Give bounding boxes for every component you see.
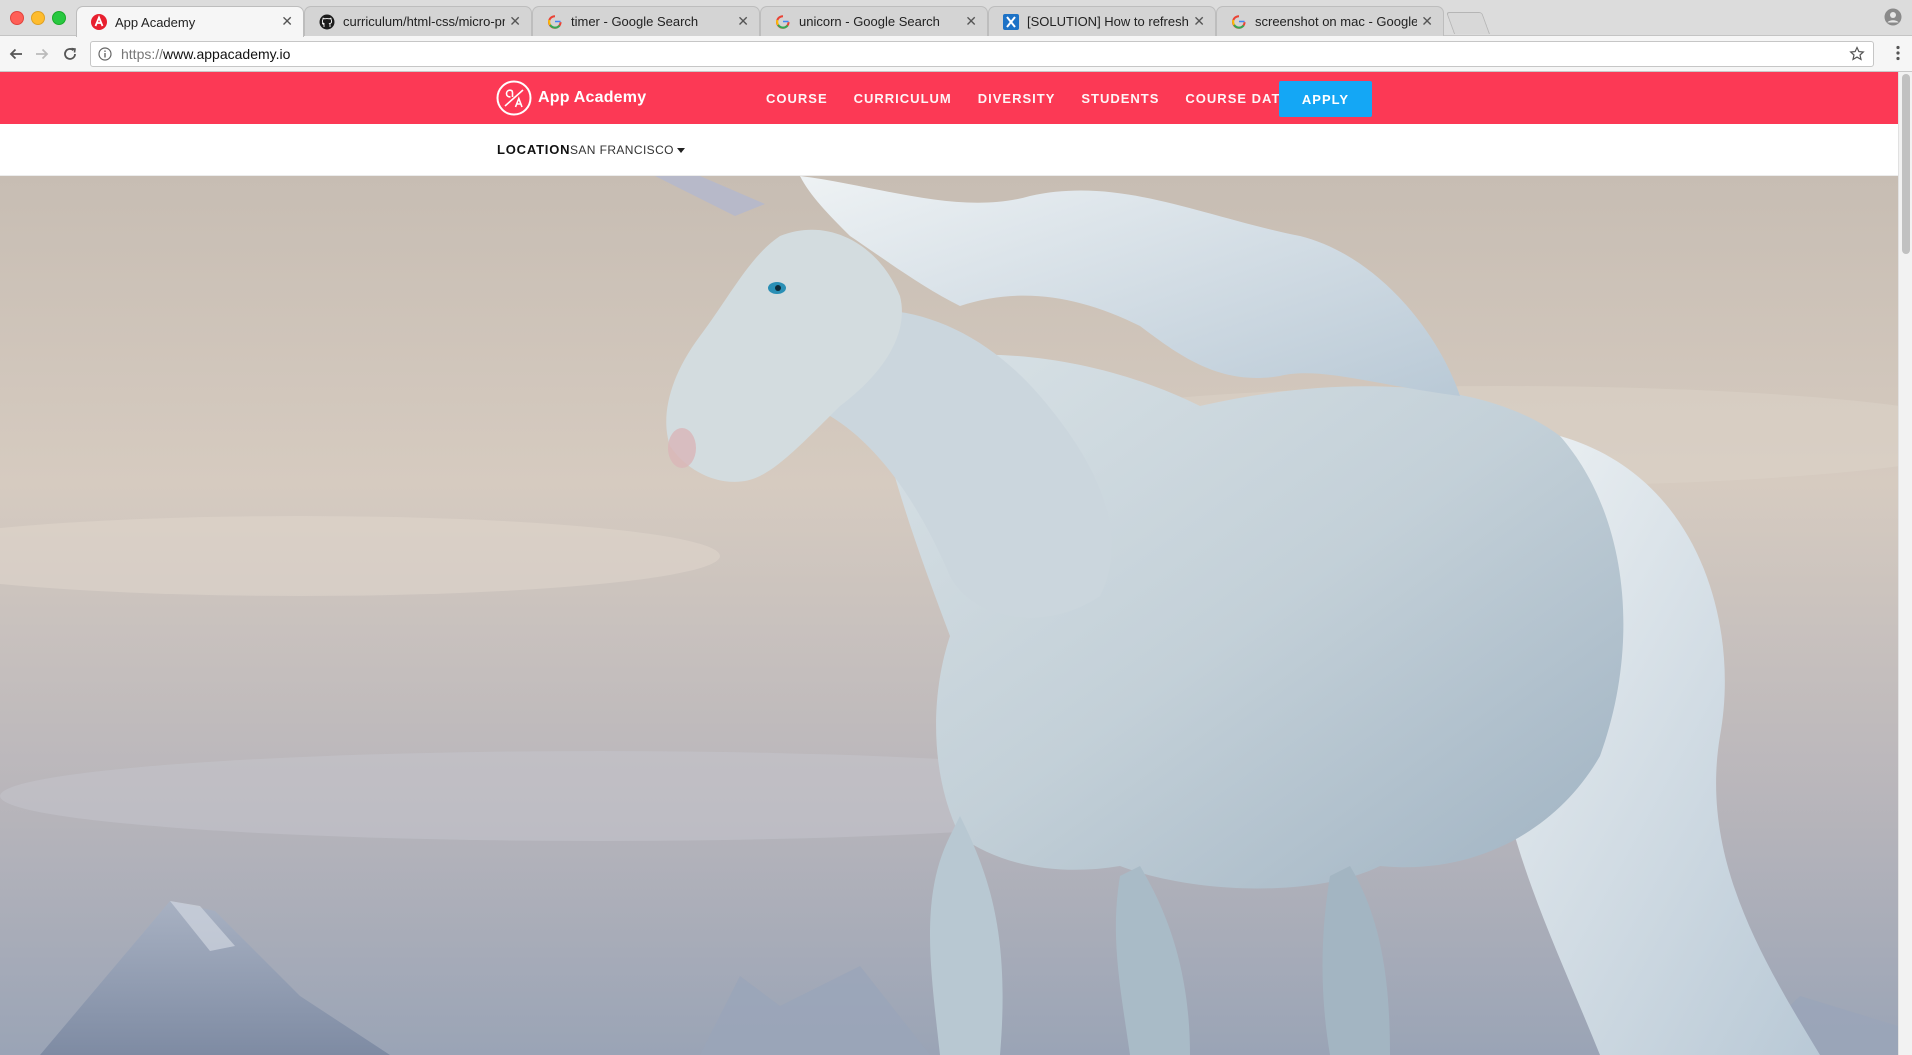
reload-icon[interactable] [60, 44, 80, 64]
tab-google-unicorn[interactable]: unicorn - Google Search ✕ [760, 6, 988, 36]
nav-diversity[interactable]: DIVERSITY [978, 91, 1056, 106]
apply-button[interactable]: APPLY [1279, 81, 1372, 117]
nav-students[interactable]: STUDENTS [1081, 91, 1159, 106]
address-bar[interactable]: https:// www.appacademy.io [90, 41, 1874, 67]
nav-course[interactable]: COURSE [766, 91, 828, 106]
tab-app-academy[interactable]: App Academy ✕ [76, 6, 304, 37]
maximize-window-button[interactable] [52, 11, 66, 25]
new-tab-button[interactable] [1445, 12, 1491, 34]
tab-google-screenshot[interactable]: screenshot on mac - Google S ✕ [1216, 6, 1444, 36]
hero-image [0, 176, 1898, 1055]
location-bar: LOCATION SAN FRANCISCO [0, 124, 1898, 176]
main-nav: COURSE CURRICULUM DIVERSITY STUDENTS COU… [766, 72, 1326, 124]
page-viewport: App Academy COURSE CURRICULUM DIVERSITY … [0, 72, 1898, 1055]
close-tab-icon[interactable]: ✕ [509, 14, 521, 28]
tab-title: [SOLUTION] How to refresh a [1027, 14, 1189, 29]
profile-icon[interactable] [1884, 8, 1902, 26]
caret-down-icon [676, 147, 685, 153]
site-header: App Academy COURSE CURRICULUM DIVERSITY … [0, 72, 1898, 124]
tab-title: App Academy [115, 14, 196, 30]
close-tab-icon[interactable]: ✕ [1421, 14, 1433, 28]
scrollbar-thumb[interactable] [1902, 74, 1910, 254]
brand-name: App Academy [538, 89, 647, 106]
close-tab-icon[interactable]: ✕ [965, 14, 977, 28]
back-arrow-icon[interactable] [6, 44, 26, 64]
unicorn-illustration [0, 176, 1898, 1055]
google-icon [775, 14, 791, 30]
url-host: www.appacademy.io [163, 46, 291, 62]
close-tab-icon[interactable]: ✕ [281, 14, 293, 28]
google-icon [1231, 14, 1247, 30]
tab-github-curriculum[interactable]: curriculum/html-css/micro-pro ✕ [304, 6, 532, 36]
tab-title: unicorn - Google Search [799, 14, 940, 29]
minimize-window-button[interactable] [31, 11, 45, 25]
location-label: LOCATION [497, 142, 571, 157]
tab-title: screenshot on mac - Google S [1255, 14, 1417, 29]
app-academy-icon [91, 14, 107, 30]
bookmark-star-icon[interactable] [1849, 46, 1865, 65]
app-academy-logo-icon [496, 80, 532, 116]
github-icon [319, 14, 335, 30]
close-tab-icon[interactable]: ✕ [1193, 14, 1205, 28]
nav-curriculum[interactable]: CURRICULUM [854, 91, 952, 106]
google-icon [547, 14, 563, 30]
browser-toolbar: https:// www.appacademy.io [0, 36, 1912, 72]
url-scheme: https:// [121, 46, 164, 62]
tab-title: curriculum/html-css/micro-pro [343, 14, 505, 29]
tab-google-timer[interactable]: timer - Google Search ✕ [532, 6, 760, 36]
more-menu-icon[interactable] [1896, 45, 1900, 66]
forward-arrow-icon[interactable] [32, 44, 52, 64]
location-value: SAN FRANCISCO [570, 143, 674, 157]
browser-tab-bar: App Academy ✕ curriculum/html-css/micro-… [0, 0, 1912, 37]
info-icon[interactable] [97, 46, 113, 62]
close-window-button[interactable] [10, 11, 24, 25]
brand-logo-link[interactable]: App Academy [496, 80, 646, 116]
page-scrollbar[interactable] [1898, 72, 1912, 1055]
tab-solution[interactable]: [SOLUTION] How to refresh a ✕ [988, 6, 1216, 36]
x-icon [1003, 13, 1019, 30]
close-tab-icon[interactable]: ✕ [737, 14, 749, 28]
location-dropdown[interactable]: SAN FRANCISCO [570, 143, 685, 157]
tab-title: timer - Google Search [571, 14, 699, 29]
tab-strip: App Academy ✕ curriculum/html-css/micro-… [76, 6, 1491, 37]
